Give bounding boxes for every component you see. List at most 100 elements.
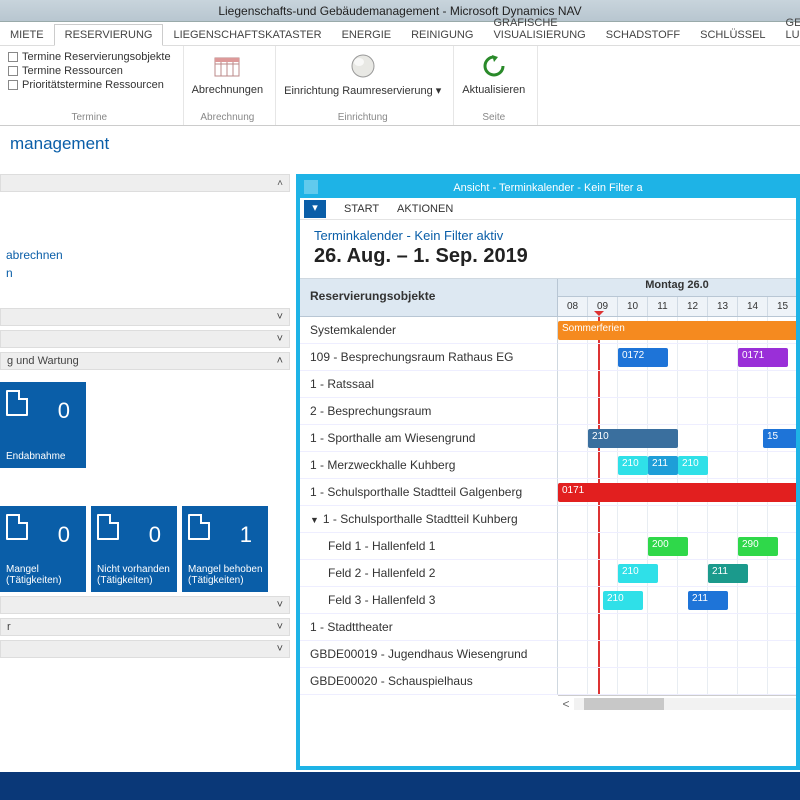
resource-row[interactable]: ▼1 - Schulsporthalle Stadtteil Kuhberg — [300, 506, 558, 533]
resource-row[interactable]: GBDE00019 - Jugendhaus Wiesengrund — [300, 641, 558, 668]
timeline-row[interactable]: 0171 — [558, 479, 796, 506]
ribbon-tab-gesamt lugm[interactable]: GESAMT LUGM — [776, 13, 800, 45]
aktualisieren-button[interactable]: Aktualisieren — [462, 50, 525, 110]
hour-label: 12 — [678, 297, 708, 316]
resource-row[interactable]: 1 - Sporthalle am Wiesengrund — [300, 425, 558, 452]
resource-row[interactable]: 1 - Merzweckhalle Kuhberg — [300, 452, 558, 479]
tile-count: 0 — [149, 522, 161, 548]
calendar-event[interactable]: 210 — [603, 591, 643, 610]
resource-row[interactable]: Feld 3 - Hallenfeld 3 — [300, 587, 558, 614]
resource-row[interactable]: 1 - Schulsporthalle Stadtteil Galgenberg — [300, 479, 558, 506]
calendar-event[interactable]: 210 — [618, 456, 648, 475]
ribbon-tabstrip: MIETERESERVIERUNGLIEGENSCHAFTSKATASTEREN… — [0, 22, 800, 46]
resource-row[interactable]: 2 - Besprechungsraum — [300, 398, 558, 425]
ribbon-tab-grafische visualisierung[interactable]: GRAFISCHE VISUALISIERUNG — [483, 13, 595, 45]
bullet-icon — [8, 80, 18, 90]
timeline-row[interactable]: Sommerferien — [558, 317, 796, 344]
window-title-text: Ansicht - Terminkalender - Kein Filter a — [453, 182, 642, 194]
timeline-row[interactable]: 0172 0171 — [558, 344, 796, 371]
timeline-row[interactable]: 210 15 — [558, 425, 796, 452]
scroll-thumb[interactable] — [584, 698, 664, 710]
accordion-row[interactable]: g und Wartung˄ — [0, 352, 290, 370]
calendar-event[interactable]: 15 — [763, 429, 796, 448]
timeline-row[interactable] — [558, 614, 796, 641]
side-link-n[interactable]: n — [0, 264, 290, 282]
ribbon-link[interactable]: Termine Reservierungsobjekte — [8, 50, 171, 64]
timeline-row[interactable]: 210211210 — [558, 452, 796, 479]
timeline-row[interactable] — [558, 668, 796, 695]
ribbon-link[interactable]: Termine Ressourcen — [8, 64, 171, 78]
calendar-subtitle[interactable]: Terminkalender - Kein Filter aktiv — [314, 228, 782, 243]
calendar-event[interactable]: 200 — [648, 537, 688, 556]
timeline-row[interactable]: 210 211 — [558, 587, 796, 614]
ribbon-tab-schlüssel[interactable]: SCHLÜSSEL — [690, 25, 775, 45]
calendar-event[interactable]: 211 — [708, 564, 748, 583]
calendar-event[interactable]: 210 — [678, 456, 708, 475]
resource-row[interactable]: 1 - Ratssaal — [300, 371, 558, 398]
accordion-row[interactable]: ˅ — [0, 640, 290, 658]
timeline-row[interactable] — [558, 506, 796, 533]
accordion-row[interactable]: r˅ — [0, 618, 290, 636]
timeline-row[interactable]: 200 290 — [558, 533, 796, 560]
timeline-area[interactable]: Montag 26.0 0809101112131415 Sommerferie… — [558, 279, 796, 766]
calendar-event[interactable]: Sommerferien — [558, 321, 796, 340]
document-icon — [97, 514, 119, 540]
ribbon-tab-miete[interactable]: MIETE — [0, 25, 54, 45]
panel-collapse[interactable]: ˄ — [0, 174, 290, 192]
tile[interactable]: 1Mangel behoben (Tätigkeiten) — [182, 506, 268, 592]
calendar-event[interactable]: 290 — [738, 537, 778, 556]
tile[interactable]: 0Nicht vorhanden (Tätigkeiten) — [91, 506, 177, 592]
calendar-event[interactable]: 0171 — [558, 483, 796, 502]
scroll-left-icon[interactable]: < — [558, 697, 574, 711]
accordion-row[interactable]: ˅ — [0, 308, 290, 326]
hour-label: 15 — [768, 297, 796, 316]
resource-row[interactable]: 109 - Besprechungsraum Rathaus EG — [300, 344, 558, 371]
calendar-event[interactable]: 0171 — [738, 348, 788, 367]
timeline-row[interactable]: 210 211 — [558, 560, 796, 587]
menu-aktionen[interactable]: AKTIONEN — [397, 203, 453, 215]
tile-count: 1 — [240, 522, 252, 548]
abrechnungen-button[interactable]: Abrechnungen — [192, 50, 264, 110]
sphere-icon — [347, 50, 379, 82]
tile[interactable]: 0Mangel (Tätigkeiten) — [0, 506, 86, 592]
accordion-row[interactable]: ˅ — [0, 330, 290, 348]
resource-row[interactable]: 1 - Stadttheater — [300, 614, 558, 641]
calendar-event[interactable]: 210 — [588, 429, 678, 448]
calendar-event[interactable]: 210 — [618, 564, 658, 583]
calendar-grid: Reservierungsobjekte Systemkalender109 -… — [300, 278, 796, 766]
ribbon-tab-liegenschaftskataster[interactable]: LIEGENSCHAFTSKATASTER — [163, 25, 331, 45]
calendar-event[interactable]: 211 — [648, 456, 678, 475]
tile-row-top: 0 Endabnahme — [0, 382, 290, 468]
page-title: management — [0, 126, 800, 162]
resource-row[interactable]: Feld 1 - Hallenfeld 1 — [300, 533, 558, 560]
ribbon-tab-energie[interactable]: ENERGIE — [332, 25, 402, 45]
app-titlebar: Liegenschafts-und Gebäudemanagement - Mi… — [0, 0, 800, 22]
document-icon — [6, 390, 28, 416]
ribbon-tab-reinigung[interactable]: REINIGUNG — [401, 25, 483, 45]
ribbon-tab-schadstoff[interactable]: SCHADSTOFF — [596, 25, 690, 45]
timeline-row[interactable] — [558, 398, 796, 425]
calendar-event[interactable]: 211 — [688, 591, 728, 610]
ribbon-link[interactable]: Prioritätstermine Ressourcen — [8, 78, 171, 92]
hour-label: 11 — [648, 297, 678, 316]
refresh-icon — [478, 50, 510, 82]
calendar-event[interactable]: 0172 — [618, 348, 668, 367]
ribbon-group-abrechnung: Abrechnungen Abrechnung — [184, 46, 277, 125]
timeline-row[interactable] — [558, 371, 796, 398]
einrichtung-button[interactable]: Einrichtung Raumreservierung ▾ — [284, 50, 441, 110]
tile-endabnahme[interactable]: 0 Endabnahme — [0, 382, 86, 468]
timeline-row[interactable] — [558, 641, 796, 668]
side-link-abrechnen[interactable]: abrechnen — [0, 246, 290, 264]
menu-dropdown-button[interactable]: ▾ — [304, 200, 326, 218]
horizontal-scrollbar[interactable]: < — [558, 695, 796, 711]
hour-label: 10 — [618, 297, 648, 316]
resource-row[interactable]: Systemkalender — [300, 317, 558, 344]
scroll-track[interactable] — [574, 698, 796, 710]
ribbon-group-label: Abrechnung — [192, 110, 264, 123]
resource-row[interactable]: Feld 2 - Hallenfeld 2 — [300, 560, 558, 587]
tile-caption: Mangel (Tätigkeiten) — [6, 564, 82, 586]
menu-start[interactable]: START — [344, 203, 379, 215]
resource-row[interactable]: GBDE00020 - Schauspielhaus — [300, 668, 558, 695]
accordion-row[interactable]: ˅ — [0, 596, 290, 614]
ribbon-tab-reservierung[interactable]: RESERVIERUNG — [54, 24, 164, 46]
